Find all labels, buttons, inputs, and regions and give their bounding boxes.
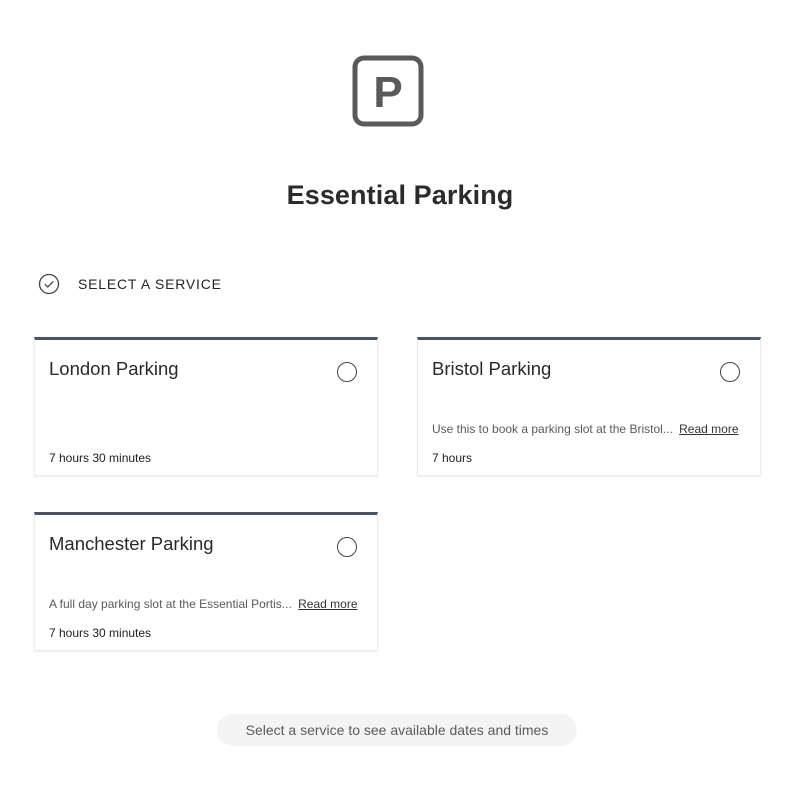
- section-header: SELECT A SERVICE: [38, 273, 222, 295]
- service-card-bristol[interactable]: Bristol Parking Use this to book a parki…: [417, 337, 761, 476]
- service-duration: 7 hours: [432, 451, 473, 465]
- service-name: London Parking: [49, 358, 179, 379]
- select-service-radio[interactable]: [720, 362, 740, 382]
- read-more-link[interactable]: Read more: [679, 422, 738, 436]
- service-card-manchester[interactable]: Manchester Parking A full day parking sl…: [34, 512, 378, 651]
- service-name: Bristol Parking: [432, 358, 552, 379]
- select-service-radio[interactable]: [337, 537, 357, 557]
- availability-hint: Select a service to see available dates …: [217, 714, 577, 746]
- select-service-radio[interactable]: [337, 362, 357, 382]
- section-label: SELECT A SERVICE: [78, 276, 222, 292]
- service-card-london[interactable]: London Parking 7 hours 30 minutes: [34, 337, 378, 476]
- checkmark-circle-icon: [38, 273, 60, 295]
- service-description-text: A full day parking slot at the Essential…: [49, 597, 292, 611]
- service-duration: 7 hours 30 minutes: [49, 451, 152, 465]
- service-duration: 7 hours 30 minutes: [49, 626, 152, 640]
- page-title: Essential Parking: [286, 180, 514, 210]
- read-more-link[interactable]: Read more: [298, 597, 357, 611]
- service-description-text: Use this to book a parking slot at the B…: [432, 422, 673, 436]
- service-description: Use this to book a parking slot at the B…: [432, 422, 739, 436]
- svg-text:P: P: [373, 68, 402, 117]
- service-name: Manchester Parking: [49, 533, 214, 554]
- parking-logo-icon: P: [352, 55, 424, 127]
- service-description: A full day parking slot at the Essential…: [49, 597, 358, 611]
